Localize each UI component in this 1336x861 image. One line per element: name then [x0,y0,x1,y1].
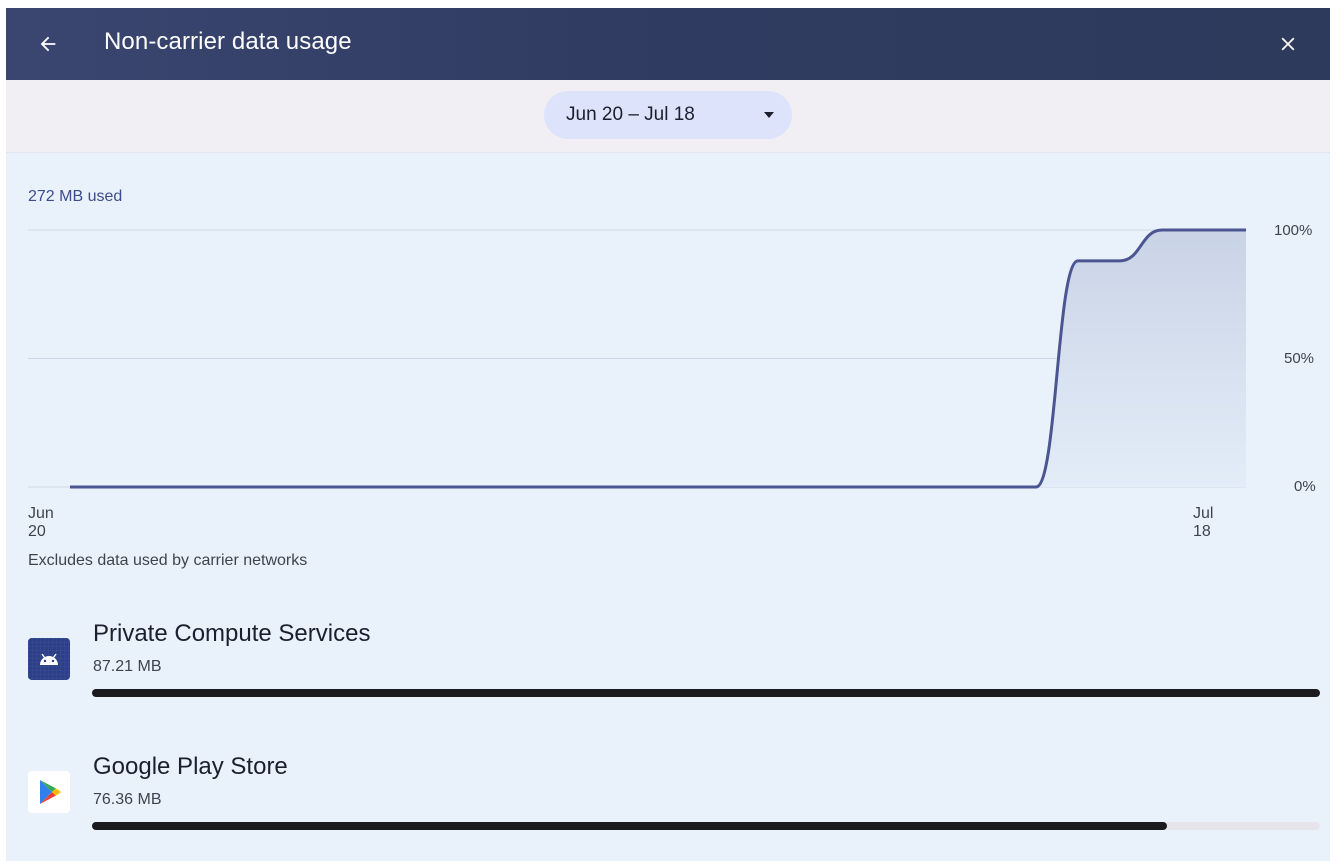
app-usage-size: 76.36 MB [93,791,162,808]
app-usage-size: 87.21 MB [93,658,162,675]
date-range-label: Jun 20 – Jul 18 [566,104,695,125]
play-store-icon [28,771,70,813]
usage-total: 272 MB used [28,188,123,205]
usage-bar-fill [92,822,1167,830]
y-tick-label: 0% [1294,478,1316,495]
usage-chart-svg [28,228,1246,489]
close-icon [1281,37,1295,51]
usage-note: Excludes data used by carrier networks [28,552,308,569]
back-button[interactable] [28,24,68,64]
app-row-google-play-store[interactable]: Google Play Store 76.36 MB [6,741,1330,861]
caret-down-icon [764,112,774,118]
close-button[interactable] [1268,24,1308,64]
data-usage-screen: Non-carrier data usage Jun 20 – Jul 18 2… [6,8,1330,861]
arrow-back-icon [40,36,56,52]
app-bar: Non-carrier data usage [6,8,1330,80]
y-tick-label: 50% [1284,350,1315,367]
date-range-bar: Jun 20 – Jul 18 [6,80,1330,153]
usage-bar [92,689,1320,697]
x-tick-label: Jun 20 [28,505,54,540]
app-name: Private Compute Services [93,620,371,647]
page-title: Non-carrier data usage [104,28,352,55]
app-row-private-compute-services[interactable]: Private Compute Services 87.21 MB [6,608,1330,728]
x-tick-label: Jul 18 [1193,505,1214,540]
usage-bar [92,822,1320,830]
date-range-dropdown[interactable]: Jun 20 – Jul 18 [544,91,792,139]
app-name: Google Play Store [93,753,288,780]
android-icon [28,638,70,680]
y-tick-label: 100% [1274,222,1313,239]
usage-bar-fill [92,689,1320,697]
